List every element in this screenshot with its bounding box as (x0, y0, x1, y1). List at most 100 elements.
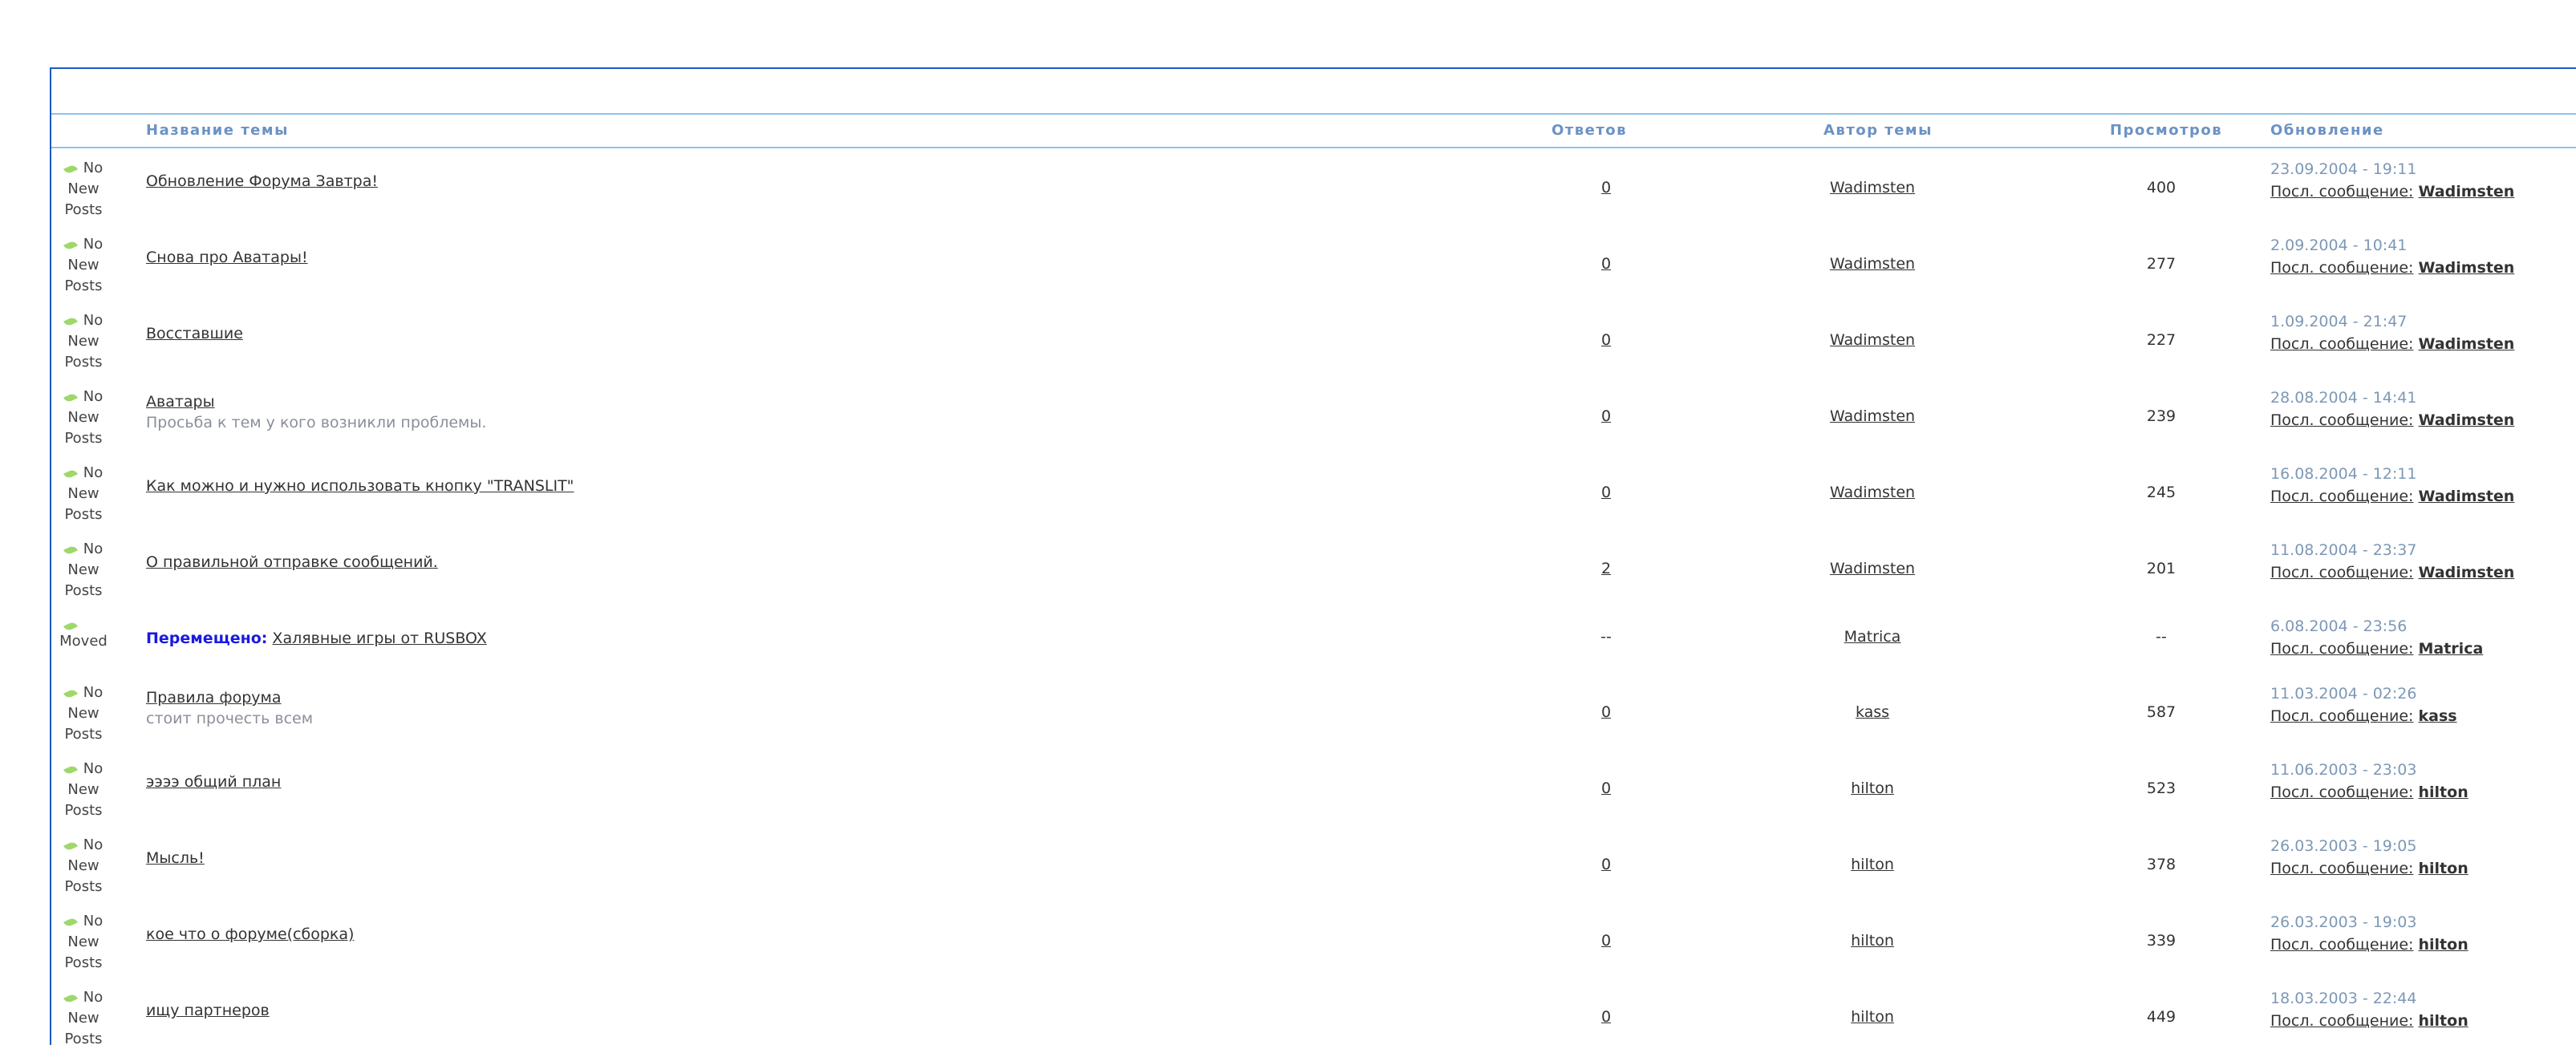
status-text: Posts (64, 201, 103, 218)
replies-count[interactable]: 0 (1588, 407, 1624, 425)
topic-title-link[interactable]: Правила форума (146, 689, 282, 707)
topic-title-link[interactable]: Как можно и нужно использовать кнопку "T… (146, 477, 574, 495)
last-post-author-link[interactable]: Wadimsten (2419, 183, 2515, 200)
replies-count[interactable]: 0 (1588, 1008, 1624, 1026)
topic-title-link[interactable]: Восставшие (146, 325, 243, 342)
last-update-cell: 16.08.2004 - 12:11 Посл. сообщение: Wadim… (2270, 463, 2514, 508)
status-text: New (67, 485, 99, 502)
last-post-link[interactable]: Посл. сообщение: (2270, 335, 2413, 353)
last-post-link[interactable]: Посл. сообщение: (2270, 784, 2413, 801)
topic-author-link[interactable]: Wadimsten (1760, 560, 1985, 577)
topic-author-link[interactable]: Wadimsten (1760, 331, 1985, 349)
status-text: Posts (64, 802, 103, 819)
column-header-updated[interactable]: Обновление (2270, 122, 2384, 139)
replies-count[interactable]: 0 (1588, 484, 1624, 501)
last-post-author-link[interactable]: hilton (2419, 784, 2468, 801)
last-update-cell: 26.03.2003 - 19:05 Посл. сообщение: hilto… (2270, 835, 2468, 880)
topic-title-link[interactable]: Снова про Аватары! (146, 249, 308, 266)
topic-cell: Как можно и нужно использовать кнопку "T… (146, 476, 574, 496)
topic-title-link[interactable]: Обновление Форума Завтра! (146, 172, 378, 190)
last-post-link[interactable]: Посл. сообщение: (2270, 564, 2413, 581)
topic-author-link[interactable]: hilton (1760, 780, 1985, 797)
topic-title-link[interactable]: ээээ общий план (146, 773, 281, 791)
last-post-author-link[interactable]: hilton (2419, 1012, 2468, 1030)
replies-count[interactable]: 0 (1588, 179, 1624, 196)
topic-title-link[interactable]: Аватары (146, 393, 215, 411)
table-row: No New Posts Правила форума стоит прочесть в… (51, 676, 2576, 752)
topic-title-link[interactable]: кое что о форуме(сборка) (146, 925, 354, 943)
table-row: No New Posts ищу партнеров 0 hilton 449 18.03.2… (51, 981, 2576, 1057)
replies-count[interactable]: 0 (1588, 703, 1624, 721)
topic-author-link[interactable]: Wadimsten (1760, 484, 1985, 501)
last-post-link[interactable]: Посл. сообщение: (2270, 936, 2413, 954)
column-header-replies[interactable]: Ответов (1552, 122, 1627, 139)
last-post-author-link[interactable]: Matrica (2419, 640, 2484, 658)
topic-author-link[interactable]: Wadimsten (1760, 179, 1985, 196)
last-update-cell: 26.03.2003 - 19:03 Посл. сообщение: hilto… (2270, 911, 2468, 956)
column-header-views[interactable]: Просмотров (2110, 122, 2222, 139)
topic-author-link[interactable]: hilton (1760, 1008, 1985, 1026)
last-post-link[interactable]: Посл. сообщение: (2270, 183, 2413, 200)
last-post-author-link[interactable]: Wadimsten (2419, 335, 2515, 353)
table-row: No New Posts Снова про Аватары! 0 Wadimsten 27… (51, 228, 2576, 304)
last-post-author-link[interactable]: Wadimsten (2419, 259, 2515, 277)
status-text: Posts (64, 277, 103, 294)
topic-cell: Мысль! (146, 848, 205, 869)
views-count: 201 (2146, 560, 2176, 577)
topic-author-link[interactable]: kass (1760, 703, 1985, 721)
views-count: -- (2156, 628, 2167, 646)
last-post-link[interactable]: Посл. сообщение: (2270, 411, 2413, 429)
last-update-date: 2.09.2004 - 10:41 (2270, 237, 2408, 254)
table-row: No New Posts О правильной отправке сообщени… (51, 533, 2576, 609)
replies-count[interactable]: 0 (1588, 932, 1624, 950)
status-text: New (67, 781, 99, 798)
last-post-author-link[interactable]: Wadimsten (2419, 564, 2515, 581)
last-post-author-link[interactable]: hilton (2419, 936, 2468, 954)
last-post-link[interactable]: Посл. сообщение: (2270, 488, 2413, 505)
last-post-link[interactable]: Посл. сообщение: (2270, 259, 2413, 277)
last-post-link[interactable]: Посл. сообщение: (2270, 860, 2413, 877)
leaf-icon (63, 620, 78, 633)
column-header-topic[interactable]: Название темы (146, 122, 289, 139)
views-count: 277 (2146, 255, 2176, 273)
replies-count[interactable]: 0 (1588, 331, 1624, 349)
last-post-author-link[interactable]: Wadimsten (2419, 411, 2515, 429)
replies-count[interactable]: 0 (1588, 255, 1624, 273)
no-new-posts-icon: No New Posts (58, 310, 109, 373)
last-post-link[interactable]: Посл. сообщение: (2270, 640, 2413, 658)
topic-title-link[interactable]: О правильной отправке сообщений. (146, 553, 438, 571)
last-post-author-link[interactable]: Wadimsten (2419, 488, 2515, 505)
topic-title-link[interactable]: Халявные игры от RUSBOX (272, 630, 486, 647)
topic-author-link[interactable]: Wadimsten (1760, 407, 1985, 425)
topic-title-link[interactable]: ищу партнеров (146, 1002, 270, 1019)
status-text: New (67, 1010, 99, 1027)
topic-author-link[interactable]: Matrica (1760, 628, 1985, 646)
status-text: Posts (64, 726, 103, 743)
replies-count[interactable]: 0 (1588, 856, 1624, 873)
views-count: 449 (2146, 1008, 2176, 1026)
column-header-author[interactable]: Автор темы (1823, 122, 1933, 139)
last-post-author-link[interactable]: hilton (2419, 860, 2468, 877)
topic-cell: Восставшие (146, 323, 243, 344)
topic-cell: Перемещено: Халявные игры от RUSBOX (146, 628, 487, 649)
last-post-link[interactable]: Посл. сообщение: (2270, 707, 2413, 725)
last-update-date: 23.09.2004 - 19:11 (2270, 160, 2417, 178)
last-update-date: 11.06.2003 - 23:03 (2270, 761, 2417, 779)
replies-count[interactable]: 0 (1588, 780, 1624, 797)
last-post-line: Посл. сообщение: hilton (2270, 857, 2468, 880)
topic-cell: кое что о форуме(сборка) (146, 924, 354, 945)
last-update-cell: 11.08.2004 - 23:37 Посл. сообщение: Wadim… (2270, 539, 2514, 584)
last-update-date: 28.08.2004 - 14:41 (2270, 389, 2417, 407)
last-post-author-link[interactable]: kass (2419, 707, 2457, 725)
topic-author-link[interactable]: Wadimsten (1760, 255, 1985, 273)
last-update-cell: 11.06.2003 - 23:03 Посл. сообщение: hilto… (2270, 759, 2468, 804)
views-count: 587 (2146, 703, 2176, 721)
topic-author-link[interactable]: hilton (1760, 932, 1985, 950)
topic-cell: Аватары Просьба к тем у кого возникли про… (146, 391, 486, 433)
topic-title-link[interactable]: Мысль! (146, 849, 205, 867)
topic-author-link[interactable]: hilton (1760, 856, 1985, 873)
replies-count[interactable]: 2 (1588, 560, 1624, 577)
last-post-link[interactable]: Посл. сообщение: (2270, 1012, 2413, 1030)
last-update-date: 26.03.2003 - 19:05 (2270, 837, 2417, 855)
moved-topic-icon: Moved (58, 615, 109, 652)
